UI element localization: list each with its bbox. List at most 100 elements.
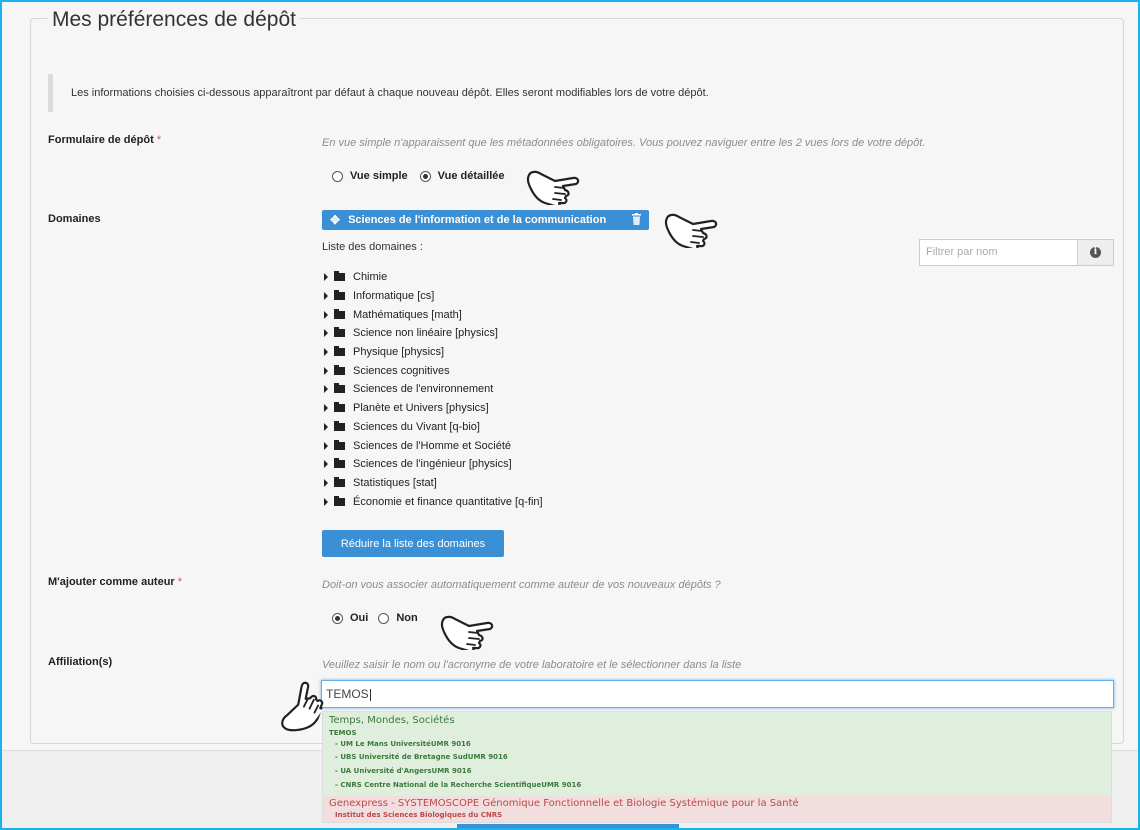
affiliation-suggestions: Temps, Mondes, Sociétés TEMOS - UM Le Ma… [322, 711, 1112, 823]
folder-icon [334, 346, 345, 357]
pointing-hand-icon [439, 610, 499, 650]
expand-caret-icon[interactable] [324, 404, 328, 413]
tree-item[interactable]: Informatique [cs] [322, 287, 543, 306]
suggestion-genexpress[interactable]: Genexpress - SYSTEMOSCOPE Génomique Fonc… [323, 796, 1111, 822]
radio-non-label[interactable]: Non [396, 612, 417, 624]
radio-oui-label[interactable]: Oui [350, 612, 368, 624]
folder-icon [334, 290, 345, 301]
tree-item[interactable]: Chimie [322, 268, 543, 287]
expand-caret-icon[interactable] [324, 292, 328, 301]
reduce-domains-button[interactable]: Réduire la liste des domaines [322, 530, 504, 557]
tree-item-label: Informatique [cs] [353, 290, 435, 303]
expand-caret-icon[interactable] [324, 441, 328, 450]
domains-label: Domaines [48, 213, 101, 225]
suggestion-temos[interactable]: Temps, Mondes, Sociétés TEMOS - UM Le Ma… [323, 712, 1111, 796]
expand-caret-icon[interactable] [324, 366, 328, 375]
text-cursor [369, 688, 371, 701]
form-type-help: En vue simple n'apparaissent que les mét… [322, 137, 926, 149]
folder-icon [334, 327, 345, 338]
author-label: M'ajouter comme auteur * [48, 576, 182, 588]
folder-icon [334, 439, 345, 450]
radio-simple-view-label[interactable]: Vue simple [350, 170, 408, 182]
form-type-radios: Vue simple Vue détaillée [332, 170, 505, 182]
tree-item-label: Science non linéaire [physics] [353, 327, 498, 340]
tree-item-label: Mathématiques [math] [353, 308, 462, 321]
tree-item-label: Sciences de l'environnement [353, 383, 494, 396]
tree-item[interactable]: Sciences du Vivant [q-bio] [322, 418, 543, 437]
tree-item-label: Chimie [353, 271, 388, 284]
radio-detailed-view[interactable] [419, 170, 431, 182]
tree-item[interactable]: Mathématiques [math] [322, 305, 543, 324]
pointing-hand-icon [663, 208, 723, 248]
author-help: Doit-on vous associer automatiquement co… [322, 579, 721, 591]
suggestion-acronym: TEMOS [329, 729, 357, 737]
folder-icon [334, 383, 345, 394]
suggestion-name: Temps, Mondes, Sociétés [329, 715, 455, 726]
tree-item-label: Sciences de l'ingénieur [physics] [353, 458, 512, 471]
folder-icon [334, 476, 345, 487]
pointing-hand-icon [525, 165, 585, 205]
suggestion-parent: Institut des Sciences Biologiques du CNR… [335, 811, 503, 819]
preferences-panel [30, 18, 1124, 744]
info-icon: i [1090, 247, 1101, 258]
tree-item-label: Physique [physics] [353, 346, 445, 359]
domain-filter-input[interactable]: Filtrer par nom [919, 239, 1077, 266]
radio-simple-view[interactable] [332, 170, 343, 182]
domains-tree: Chimie Informatique [cs] Mathématiques [… [322, 268, 543, 511]
suggestion-parent: - UBS Université de Bretagne SudUMR 9016 [335, 753, 508, 761]
expand-caret-icon[interactable] [324, 329, 328, 338]
trash-icon[interactable] [632, 213, 641, 225]
expand-caret-icon[interactable] [324, 348, 328, 357]
suggestion-parent: - UM Le Mans UniversitéUMR 9016 [335, 740, 471, 748]
expand-caret-icon[interactable] [324, 497, 328, 506]
folder-icon [334, 420, 345, 431]
tree-item[interactable]: Science non linéaire [physics] [322, 324, 543, 343]
save-button[interactable] [457, 824, 679, 828]
suggestion-parent: - CNRS Centre National de la Recherche S… [335, 781, 582, 789]
selected-domain-tag[interactable]: ✥ Sciences de l'information et de la com… [322, 210, 649, 230]
expand-caret-icon[interactable] [324, 460, 328, 469]
expand-caret-icon[interactable] [324, 310, 328, 319]
affiliation-label: Affiliation(s) [48, 656, 113, 668]
selected-domain-label: Sciences de l'information et de la commu… [348, 214, 607, 226]
info-text: Les informations choisies ci-dessous app… [71, 87, 709, 99]
folder-icon [334, 308, 345, 319]
suggestion-parent: - UA Université d'AngersUMR 9016 [335, 767, 472, 775]
panel-title: Mes préférences de dépôt [48, 8, 300, 32]
affiliation-input-value: TEMOS [326, 687, 369, 701]
form-type-label-text: Formulaire de dépôt [48, 134, 154, 146]
tree-item[interactable]: Planète et Univers [physics] [322, 399, 543, 418]
info-callout: Les informations choisies ci-dessous app… [48, 74, 1113, 112]
tree-item-label: Statistiques [stat] [353, 476, 437, 489]
author-label-text: M'ajouter comme auteur [48, 576, 175, 588]
filter-info-button[interactable]: i [1077, 239, 1114, 266]
tree-item[interactable]: Sciences de l'ingénieur [physics] [322, 455, 543, 474]
radio-oui[interactable] [332, 612, 343, 624]
domains-list-title: Liste des domaines : [322, 241, 423, 253]
tree-item[interactable]: Sciences cognitives [322, 361, 543, 380]
affiliation-input[interactable]: TEMOS [321, 680, 1114, 708]
tree-item[interactable]: Physique [physics] [322, 343, 543, 362]
folder-icon [334, 364, 345, 375]
required-mark: * [156, 134, 162, 146]
form-type-label: Formulaire de dépôt * [48, 134, 161, 146]
folder-icon [334, 458, 345, 469]
folder-icon [334, 271, 345, 282]
expand-caret-icon[interactable] [324, 385, 328, 394]
expand-caret-icon[interactable] [324, 478, 328, 487]
radio-non[interactable] [378, 612, 390, 624]
suggestion-name: Genexpress - SYSTEMOSCOPE Génomique Fonc… [329, 798, 799, 809]
tree-item[interactable]: Statistiques [stat] [322, 474, 543, 493]
expand-caret-icon[interactable] [324, 273, 328, 282]
tree-item[interactable]: Économie et finance quantitative [q-fin] [322, 492, 543, 511]
tree-item-label: Sciences de l'Homme et Société [353, 439, 512, 452]
tree-item-label: Planète et Univers [physics] [353, 402, 489, 415]
radio-detailed-view-label[interactable]: Vue détaillée [438, 170, 505, 182]
tree-item[interactable]: Sciences de l'Homme et Société [322, 436, 543, 455]
folder-icon [334, 495, 345, 506]
app-frame: Mes préférences de dépôt Les information… [0, 0, 1140, 830]
tree-item-label: Sciences du Vivant [q-bio] [353, 420, 480, 433]
move-icon[interactable]: ✥ [330, 213, 340, 227]
tree-item[interactable]: Sciences de l'environnement [322, 380, 543, 399]
expand-caret-icon[interactable] [324, 422, 328, 431]
